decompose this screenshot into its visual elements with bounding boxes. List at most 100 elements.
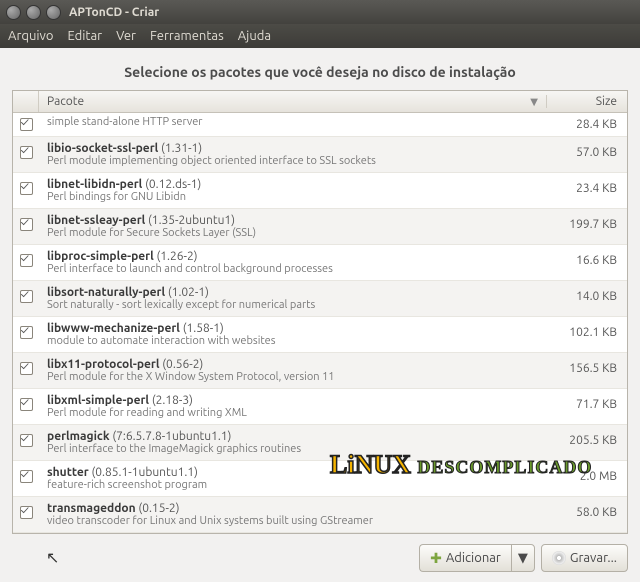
- column-checkbox[interactable]: [13, 91, 39, 112]
- row-main: libx11-protocol-perl (0.56-2)Perl module…: [39, 356, 547, 385]
- package-size: 16.6 KB: [547, 248, 627, 267]
- table-row[interactable]: libsort-naturally-perl (1.02-1)Sort natu…: [13, 281, 627, 317]
- table-row[interactable]: perlmagick (7:6.5.7.8-1ubuntu1.1)Perl in…: [13, 425, 627, 461]
- package-description: Sort naturally - sort lexically except f…: [47, 299, 539, 311]
- menu-ver[interactable]: Ver: [116, 29, 136, 43]
- package-size: 57.0 KB: [547, 140, 627, 159]
- checkbox-icon[interactable]: [20, 118, 33, 131]
- package-size: 156.5 KB: [547, 356, 627, 375]
- table-row[interactable]: libwww-mechanize-perl (1.58-1)module to …: [13, 317, 627, 353]
- row-main: perlmagick (7:6.5.7.8-1ubuntu1.1)Perl in…: [39, 428, 547, 457]
- package-version: (0.15-2): [138, 502, 179, 515]
- table-row[interactable]: libx11-protocol-perl (0.56-2)Perl module…: [13, 353, 627, 389]
- package-size: 2.0 MB: [547, 464, 627, 483]
- table-header: Pacote ▼ Size: [13, 91, 627, 113]
- row-checkbox-cell: [13, 140, 39, 159]
- add-button[interactable]: ✚ Adicionar: [419, 544, 511, 572]
- checkbox-icon[interactable]: [20, 434, 33, 447]
- column-package[interactable]: Pacote ▼: [39, 95, 547, 108]
- add-button-label: Adicionar: [446, 551, 501, 565]
- row-main: transmageddon (0.15-2)video transcoder f…: [39, 500, 547, 529]
- row-checkbox-cell: [13, 284, 39, 303]
- column-size[interactable]: Size: [547, 95, 627, 108]
- row-main: libproc-simple-perl (1.26-2)Perl interfa…: [39, 248, 547, 277]
- package-version: (1.58-1): [183, 322, 224, 335]
- table-row[interactable]: libxml-simple-perl (2.18-3)Perl module f…: [13, 389, 627, 425]
- burn-button[interactable]: Gravar...: [541, 544, 628, 572]
- package-name: libx11-protocol-perl: [47, 358, 160, 371]
- menu-editar[interactable]: Editar: [67, 29, 102, 43]
- package-version: (0.56-2): [162, 358, 203, 371]
- package-version: (0.85.1-1ubuntu1.1): [91, 466, 197, 479]
- table-row[interactable]: transmageddon (0.15-2)video transcoder f…: [13, 497, 627, 533]
- menu-ferramentas[interactable]: Ferramentas: [150, 29, 224, 43]
- package-description: Perl interface to the ImageMagick graphi…: [47, 443, 539, 455]
- row-checkbox-cell: [13, 248, 39, 267]
- checkbox-icon[interactable]: [20, 290, 33, 303]
- checkbox-icon[interactable]: [20, 362, 33, 375]
- package-name: libxml-simple-perl: [47, 394, 149, 407]
- package-name: transmageddon: [47, 502, 136, 515]
- row-checkbox-cell: [13, 116, 39, 131]
- checkbox-icon[interactable]: [20, 146, 33, 159]
- package-table: Pacote ▼ Size simple stand-alone HTTP se…: [12, 90, 628, 534]
- row-main: shutter (0.85.1-1ubuntu1.1)feature-rich …: [39, 464, 547, 493]
- checkbox-icon[interactable]: [20, 470, 33, 483]
- package-size: 14.0 KB: [547, 284, 627, 303]
- table-row[interactable]: libnet-ssleay-perl (1.35-2ubuntu1)Perl m…: [13, 209, 627, 245]
- burn-button-label: Gravar...: [570, 551, 617, 565]
- table-row[interactable]: libio-socket-ssl-perl (1.31-1)Perl modul…: [13, 137, 627, 173]
- footer-toolbar: ✚ Adicionar ▼ Gravar...: [0, 534, 640, 582]
- package-description: Perl bindings for GNU Libidn: [47, 191, 539, 203]
- package-version: (7:6.5.7.8-1ubuntu1.1): [112, 430, 231, 443]
- package-name: libwww-mechanize-perl: [47, 322, 180, 335]
- chevron-down-icon: ▼: [518, 551, 528, 566]
- package-size: 71.7 KB: [547, 392, 627, 411]
- row-checkbox-cell: [13, 212, 39, 231]
- table-row[interactable]: libproc-simple-perl (1.26-2)Perl interfa…: [13, 245, 627, 281]
- menubar: Arquivo Editar Ver Ferramentas Ajuda: [0, 24, 640, 48]
- menu-arquivo[interactable]: Arquivo: [8, 29, 53, 43]
- package-size: 23.4 KB: [547, 176, 627, 195]
- checkbox-icon[interactable]: [20, 326, 33, 339]
- row-main: libnet-libidn-perl (0.12.ds-1)Perl bindi…: [39, 176, 547, 205]
- page-heading: Selecione os pacotes que você deseja no …: [12, 64, 628, 80]
- checkbox-icon[interactable]: [20, 182, 33, 195]
- checkbox-icon[interactable]: [20, 254, 33, 267]
- package-size: 58.0 KB: [547, 500, 627, 519]
- package-size: 205.5 KB: [547, 428, 627, 447]
- table-row[interactable]: simple stand-alone HTTP server 28.4 KB: [13, 113, 627, 137]
- package-version: (1.26-2): [157, 250, 198, 263]
- row-main: libsort-naturally-perl (1.02-1)Sort natu…: [39, 284, 547, 313]
- package-version: (1.02-1): [168, 286, 209, 299]
- add-button-dropdown[interactable]: ▼: [511, 544, 535, 572]
- checkbox-icon[interactable]: [20, 506, 33, 519]
- row-main: libxml-simple-perl (2.18-3)Perl module f…: [39, 392, 547, 421]
- row-main: libwww-mechanize-perl (1.58-1)module to …: [39, 320, 547, 349]
- package-description: Perl module for the X Window System Prot…: [47, 371, 539, 383]
- package-description: Perl module for reading and writing XML: [47, 407, 539, 419]
- package-name: perlmagick: [47, 430, 110, 443]
- add-button-group: ✚ Adicionar ▼: [419, 544, 535, 572]
- row-main: libnet-ssleay-perl (1.35-2ubuntu1)Perl m…: [39, 212, 547, 241]
- menu-ajuda[interactable]: Ajuda: [238, 29, 271, 43]
- table-row[interactable]: libnet-libidn-perl (0.12.ds-1)Perl bindi…: [13, 173, 627, 209]
- checkbox-icon[interactable]: [20, 218, 33, 231]
- maximize-icon[interactable]: [46, 5, 61, 20]
- package-name: shutter: [47, 466, 89, 479]
- row-checkbox-cell: [13, 356, 39, 375]
- package-size: 28.4 KB: [547, 116, 627, 131]
- package-description: simple stand-alone HTTP server: [47, 116, 539, 128]
- checkbox-icon[interactable]: [20, 398, 33, 411]
- row-checkbox-cell: [13, 176, 39, 195]
- package-description: feature-rich screenshot program: [47, 479, 539, 491]
- table-row[interactable]: shutter (0.85.1-1ubuntu1.1)feature-rich …: [13, 461, 627, 497]
- package-version: (2.18-3): [152, 394, 193, 407]
- package-name: libio-socket-ssl-perl: [47, 142, 158, 155]
- row-main: libio-socket-ssl-perl (1.31-1)Perl modul…: [39, 140, 547, 169]
- minimize-icon[interactable]: [26, 5, 41, 20]
- sort-desc-icon: ▼: [530, 96, 538, 108]
- close-icon[interactable]: [6, 5, 21, 20]
- row-checkbox-cell: [13, 392, 39, 411]
- row-checkbox-cell: [13, 428, 39, 447]
